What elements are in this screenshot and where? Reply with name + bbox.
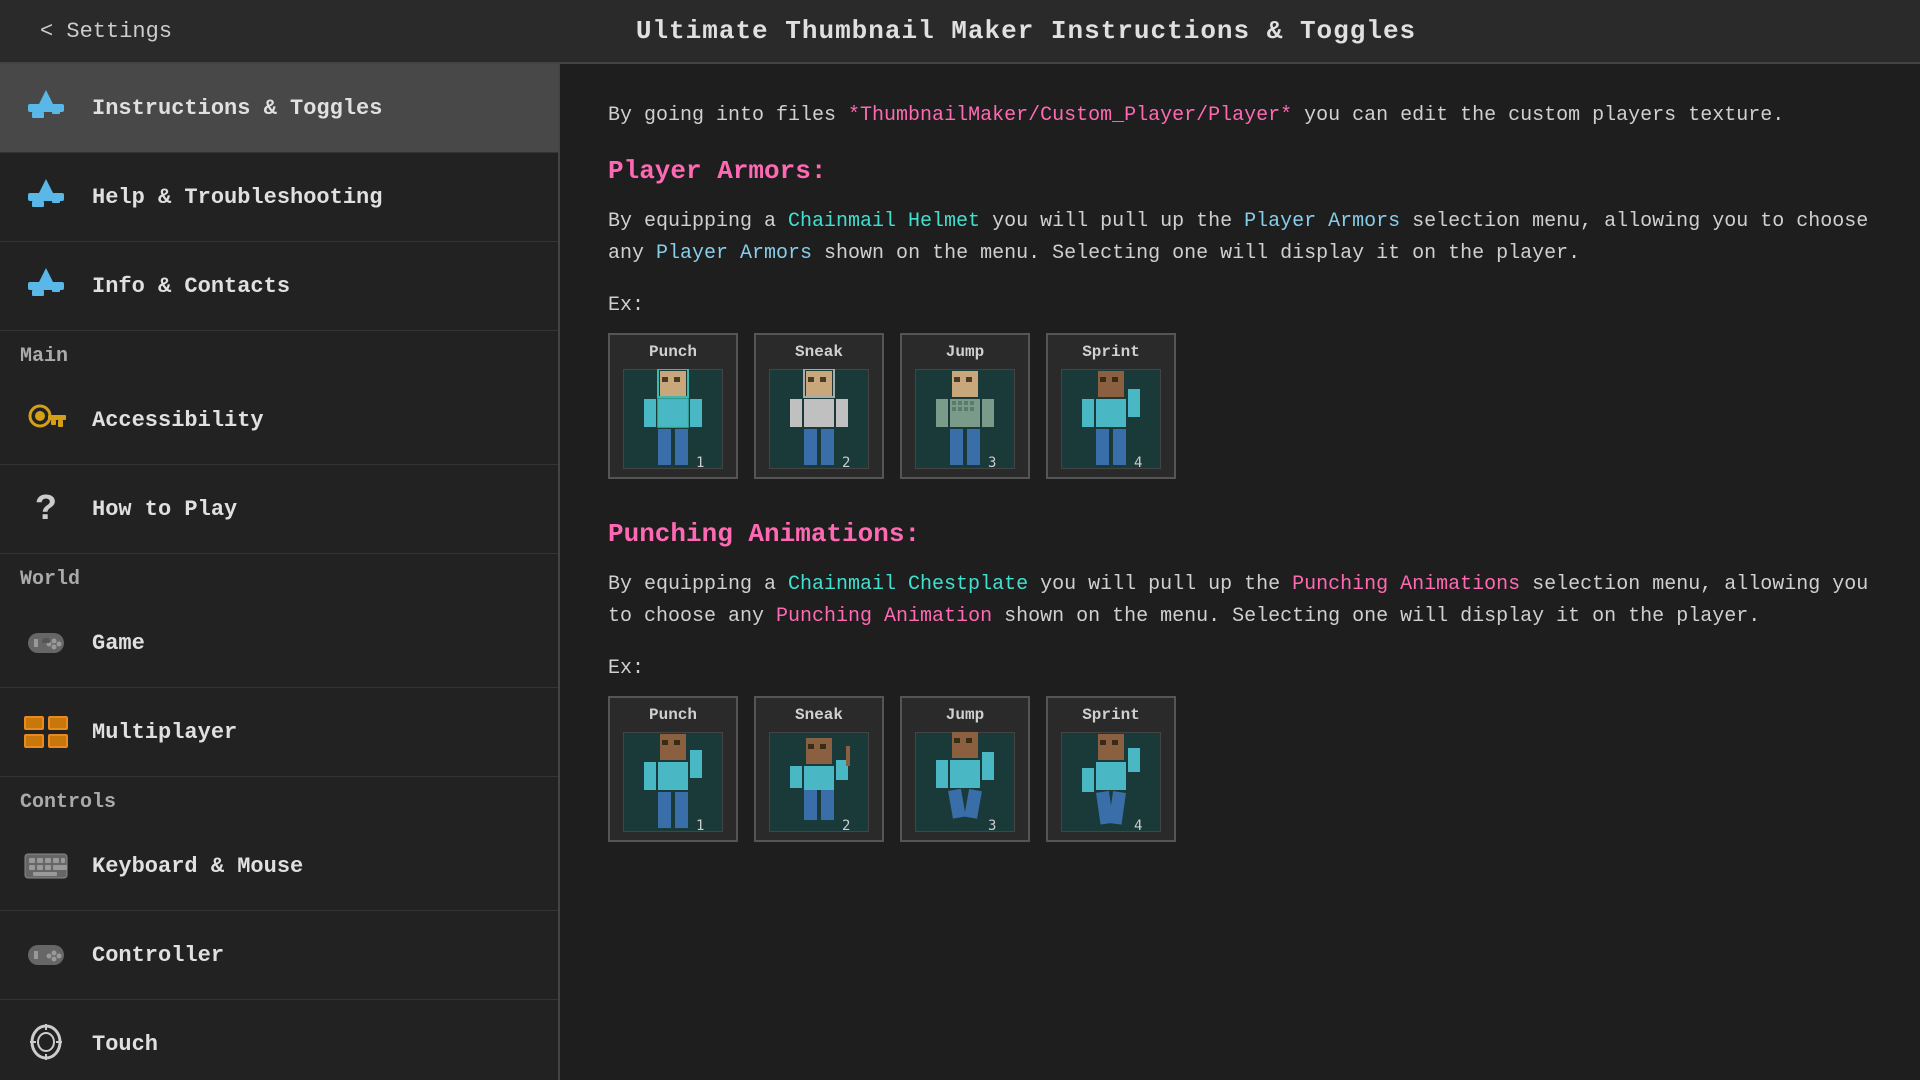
sidebar-item-multiplayer[interactable]: Multiplayer xyxy=(0,688,558,777)
game-controller-icon xyxy=(20,617,72,669)
info-label: Info & Contacts xyxy=(92,274,290,299)
instructions-label: Instructions & Toggles xyxy=(92,96,382,121)
punch-desc-2: you will pull up the xyxy=(1028,573,1292,596)
ex-label-2: Ex: xyxy=(608,657,1872,680)
punching-heading: Punching Animations: xyxy=(608,519,1872,549)
jump-figure: 3 xyxy=(915,369,1015,469)
touch-icon xyxy=(20,1018,72,1070)
pa-desc-2: you will pull up the xyxy=(980,210,1244,233)
armor-card-jump: Jump xyxy=(900,333,1030,479)
header: < Settings Ultimate Thumbnail Maker Inst… xyxy=(0,0,1920,64)
controller-icon xyxy=(20,929,72,981)
main-section-label: Main xyxy=(0,331,558,376)
jump-label: Jump xyxy=(946,343,984,361)
chainmail-helmet: Chainmail Helmet xyxy=(788,210,980,233)
pa-link1: Player Armors xyxy=(1244,210,1400,233)
punching-desc: By equipping a Chainmail Chestplate you … xyxy=(608,569,1872,633)
sidebar-item-info[interactable]: Info & Contacts xyxy=(0,242,558,331)
punch-figure: 1 xyxy=(623,369,723,469)
punch-anim-label-3: Jump xyxy=(946,706,984,724)
sidebar-item-instructions[interactable]: Instructions & Toggles xyxy=(0,64,558,153)
sidebar: Instructions & Toggles Help & Troublesho… xyxy=(0,64,560,1080)
player-armors-heading: Player Armors: xyxy=(608,156,1872,186)
punch-label: Punch xyxy=(649,343,697,361)
world-section-label: World xyxy=(0,554,558,599)
sprint-label: Sprint xyxy=(1082,343,1140,361)
punch-link2: Punching Animation xyxy=(776,605,992,628)
punch-desc-4: shown on the menu. Selecting one will di… xyxy=(992,605,1760,628)
armor-card-sprint: Sprint 4 xyxy=(1046,333,1176,479)
pa-desc-1: By equipping a xyxy=(608,210,788,233)
svg-text:2: 2 xyxy=(842,818,850,832)
sprint-figure: 4 xyxy=(1061,369,1161,469)
punch-anim-fig-1: 1 xyxy=(623,732,723,832)
intro-text-1: By going into files xyxy=(608,104,848,127)
plane-icon-3 xyxy=(20,260,72,312)
how-to-play-label: How to Play xyxy=(92,497,237,522)
punch-anim-card-3: Jump 3 xyxy=(900,696,1030,842)
armor-examples-grid: Punch xyxy=(608,333,1872,479)
punch-anim-label-1: Punch xyxy=(649,706,697,724)
armor-card-sneak: Sneak 2 xyxy=(754,333,884,479)
key-icon xyxy=(20,394,72,446)
svg-text:3: 3 xyxy=(988,455,996,469)
svg-text:2: 2 xyxy=(842,455,850,469)
help-label: Help & Troubleshooting xyxy=(92,185,382,210)
punch-link1: Punching Animations xyxy=(1292,573,1520,596)
content-area: By going into files *ThumbnailMaker/Cust… xyxy=(560,64,1920,1080)
intro-text-2: you can edit the custom players texture. xyxy=(1292,104,1784,127)
punch-anim-fig-4: 4 xyxy=(1061,732,1161,832)
ex-label-1: Ex: xyxy=(608,294,1872,317)
intro-path: *ThumbnailMaker/Custom_Player/Player* xyxy=(848,104,1292,127)
multiplayer-icon xyxy=(20,706,72,758)
game-label: Game xyxy=(92,631,145,656)
accessibility-label: Accessibility xyxy=(92,408,264,433)
pa-desc-4: shown on the menu. Selecting one will di… xyxy=(812,242,1580,265)
svg-text:3: 3 xyxy=(988,818,996,832)
svg-text:1: 1 xyxy=(696,818,704,832)
main-layout: Instructions & Toggles Help & Troublesho… xyxy=(0,64,1920,1080)
back-label: < Settings xyxy=(40,19,172,44)
plane-icon-2 xyxy=(20,171,72,223)
punch-anim-fig-3: 3 xyxy=(915,732,1015,832)
multiplayer-label: Multiplayer xyxy=(92,720,237,745)
svg-text:1: 1 xyxy=(696,455,704,469)
svg-text:4: 4 xyxy=(1134,818,1142,832)
sidebar-item-accessibility[interactable]: Accessibility xyxy=(0,376,558,465)
touch-label: Touch xyxy=(92,1032,158,1057)
page-title: Ultimate Thumbnail Maker Instructions & … xyxy=(172,16,1880,46)
armor-card-punch: Punch xyxy=(608,333,738,479)
player-armors-desc: By equipping a Chainmail Helmet you will… xyxy=(608,206,1872,270)
punch-examples-grid: Punch 1 xyxy=(608,696,1872,842)
sidebar-item-keyboard[interactable]: Keyboard & Mouse xyxy=(0,822,558,911)
controls-section-label: Controls xyxy=(0,777,558,822)
plane-icon xyxy=(20,82,72,134)
question-icon: ? xyxy=(20,483,72,535)
punch-anim-card-2: Sneak 2 xyxy=(754,696,884,842)
chainmail-chestplate: Chainmail Chestplate xyxy=(788,573,1028,596)
sidebar-item-help[interactable]: Help & Troubleshooting xyxy=(0,153,558,242)
punch-anim-fig-2: 2 xyxy=(769,732,869,832)
punch-anim-label-4: Sprint xyxy=(1082,706,1140,724)
punch-desc-1: By equipping a xyxy=(608,573,788,596)
punch-anim-card-1: Punch 1 xyxy=(608,696,738,842)
back-button[interactable]: < Settings xyxy=(40,19,172,44)
intro-paragraph: By going into files *ThumbnailMaker/Cust… xyxy=(608,100,1872,132)
controller-label: Controller xyxy=(92,943,224,968)
sidebar-item-controller[interactable]: Controller xyxy=(0,911,558,1000)
pa-link2: Player Armors xyxy=(656,242,812,265)
sneak-figure: 2 xyxy=(769,369,869,469)
punch-anim-card-4: Sprint 4 xyxy=(1046,696,1176,842)
sneak-label: Sneak xyxy=(795,343,843,361)
keyboard-label: Keyboard & Mouse xyxy=(92,854,303,879)
keyboard-icon xyxy=(20,840,72,892)
sidebar-item-how-to-play[interactable]: ? How to Play xyxy=(0,465,558,554)
sidebar-item-touch[interactable]: Touch xyxy=(0,1000,558,1080)
sidebar-item-game[interactable]: Game xyxy=(0,599,558,688)
svg-text:4: 4 xyxy=(1134,455,1142,469)
punch-anim-label-2: Sneak xyxy=(795,706,843,724)
